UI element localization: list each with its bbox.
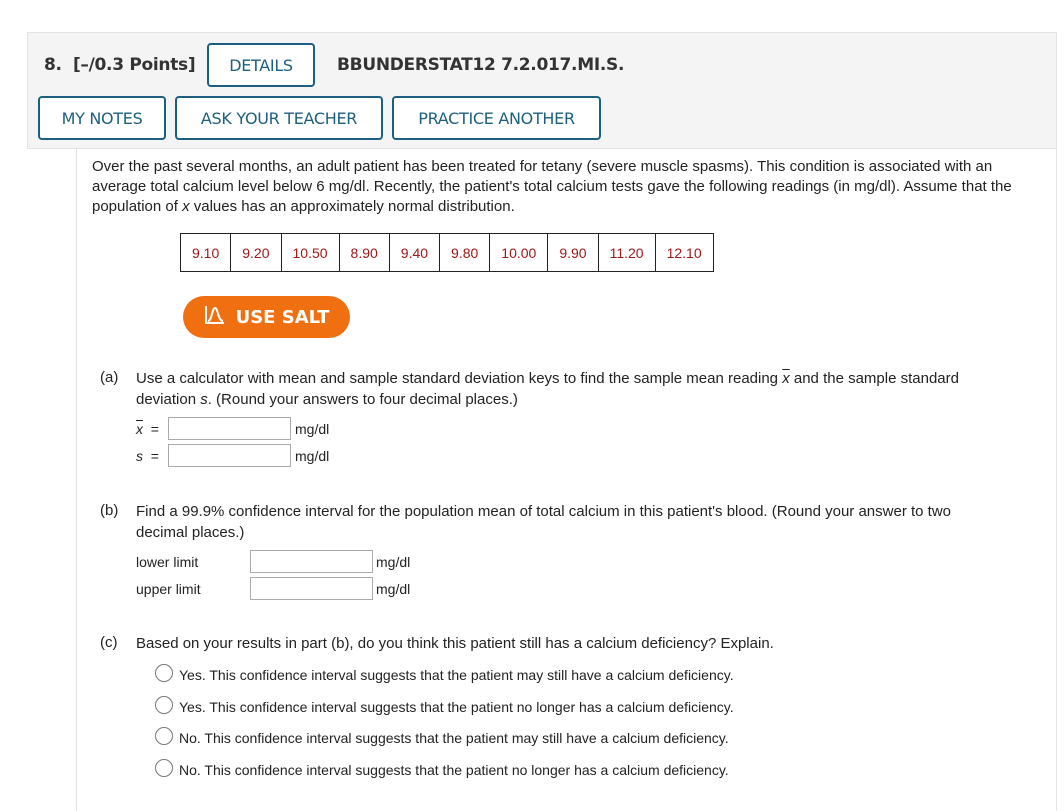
- lower-limit-input[interactable]: [250, 550, 373, 573]
- readings-table: 9.10 9.20 10.50 8.90 9.40 9.80 10.00 9.90 11.20 1…: [179, 233, 714, 272]
- bell-curve-icon: [204, 305, 226, 330]
- sd-label: s =: [136, 448, 159, 464]
- reading-cell: 10.00: [489, 233, 549, 272]
- use-salt-label: USE SALT: [235, 306, 330, 328]
- sd-unit: mg/dl: [295, 448, 330, 464]
- part-a-letter: (a): [100, 369, 119, 386]
- points-label: [–/0.3 Points]: [72, 55, 196, 75]
- part-b-text: Find a 99.9% confidence interval for the…: [136, 503, 951, 541]
- reading-cell: 10.50: [280, 233, 340, 272]
- part-c-letter: (c): [100, 634, 118, 651]
- question-number-points: 8. [–/0.3 Points]: [44, 55, 196, 75]
- content-right-border: [1056, 149, 1057, 811]
- option-radio-1[interactable]: [155, 664, 173, 682]
- ask-your-teacher-button[interactable]: ASK YOUR TEACHER: [175, 96, 383, 140]
- question-number: 8.: [44, 55, 62, 75]
- content-left-border: [76, 149, 77, 811]
- lower-limit-label: lower limit: [136, 554, 199, 570]
- upper-limit-unit: mg/dl: [376, 581, 411, 597]
- reading-cell: 9.40: [388, 233, 441, 272]
- reading-cell: 11.20: [597, 233, 656, 272]
- my-notes-button[interactable]: MY NOTES: [38, 96, 166, 140]
- reading-cell: 9.80: [439, 233, 491, 272]
- option-radio-4[interactable]: [155, 759, 173, 777]
- reading-cell: 9.10: [179, 233, 232, 272]
- details-button[interactable]: DETAILS: [207, 43, 315, 87]
- option-label-4[interactable]: No. This confidence interval suggests th…: [179, 762, 729, 778]
- mean-unit: mg/dl: [295, 421, 330, 437]
- reading-cell: 12.10: [654, 233, 714, 272]
- reading-cell: 8.90: [338, 233, 390, 272]
- sample-mean-input[interactable]: [168, 417, 291, 440]
- part-b-letter: (b): [100, 502, 119, 519]
- problem-code: BBUNDERSTAT12 7.2.017.MI.S.: [337, 55, 625, 75]
- option-radio-3[interactable]: [155, 727, 173, 745]
- reading-cell: 9.90: [547, 233, 599, 272]
- option-label-3[interactable]: No. This confidence interval suggests th…: [179, 730, 729, 746]
- option-radio-2[interactable]: [155, 696, 173, 714]
- part-a-text: Use a calculator with mean and sample st…: [136, 370, 959, 408]
- lower-limit-unit: mg/dl: [376, 554, 411, 570]
- part-c-text: Based on your results in part (b), do yo…: [136, 635, 774, 652]
- sample-sd-input[interactable]: [168, 444, 291, 467]
- reading-cell: 9.20: [230, 233, 282, 272]
- option-label-2[interactable]: Yes. This confidence interval suggests t…: [179, 699, 734, 715]
- practice-another-button[interactable]: PRACTICE ANOTHER: [392, 96, 601, 140]
- use-salt-button[interactable]: USE SALT: [183, 296, 350, 338]
- problem-intro: Over the past several months, an adult p…: [92, 158, 1012, 215]
- option-label-1[interactable]: Yes. This confidence interval suggests t…: [179, 667, 734, 683]
- upper-limit-label: upper limit: [136, 581, 201, 597]
- upper-limit-input[interactable]: [250, 577, 373, 600]
- readings-row: 9.10 9.20 10.50 8.90 9.40 9.80 10.00 9.90 11.20 1…: [179, 233, 714, 272]
- mean-label: x =: [136, 421, 159, 437]
